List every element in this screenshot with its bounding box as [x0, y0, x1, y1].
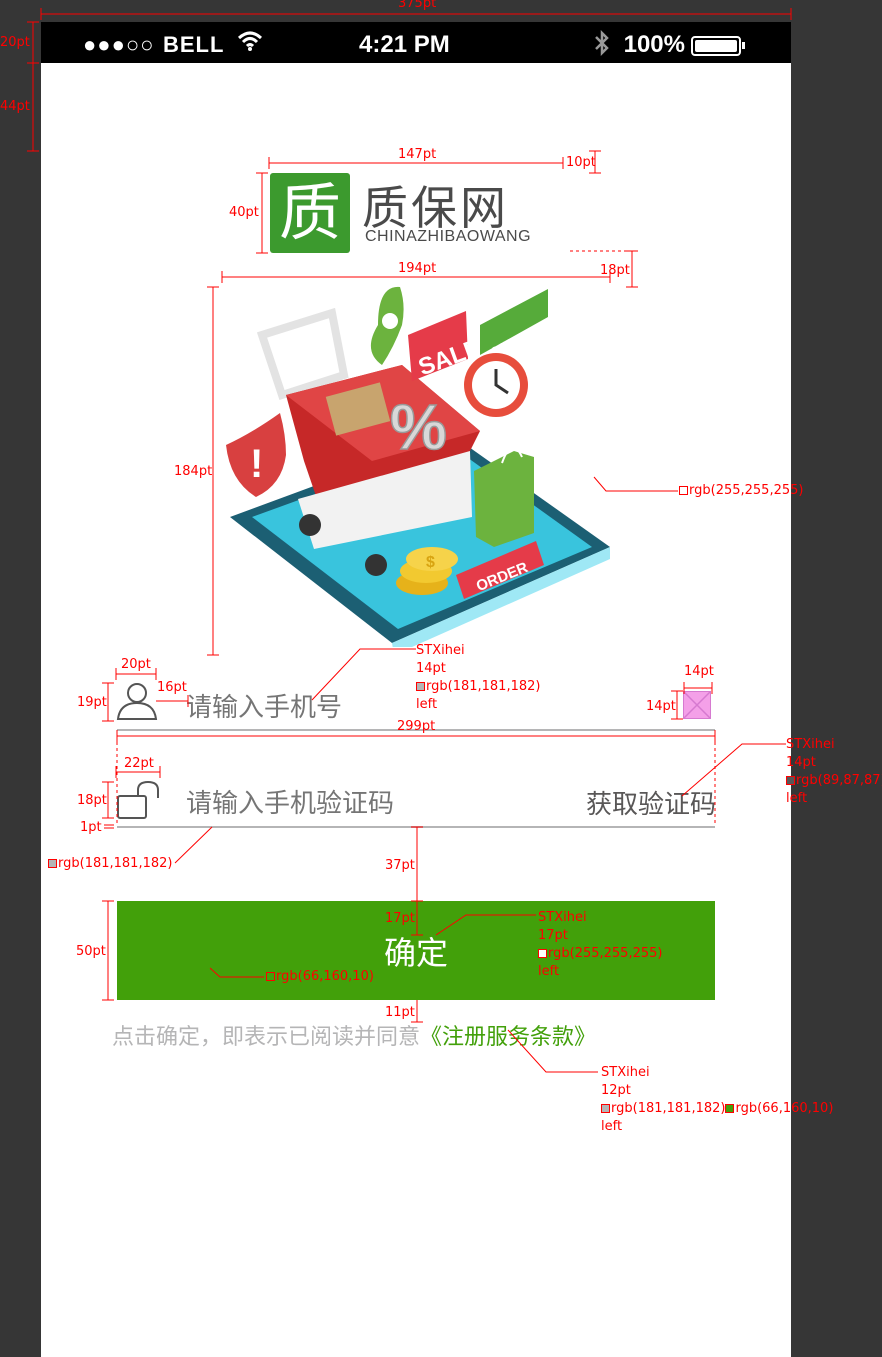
anno-lock-width: 22pt [124, 756, 154, 771]
anno-font-size: 14pt [786, 755, 816, 770]
anno-clear-height: 14pt [646, 699, 676, 714]
anno-link-color-value: rgb(66,160,10) [735, 1101, 834, 1116]
anno-font-color: rgb(181,181,182) [416, 678, 540, 696]
anno-font-align: left [538, 964, 560, 979]
color-swatch [679, 486, 688, 495]
anno-illustration-gap: 18pt [600, 263, 630, 278]
anno-illustration-width: 194pt [398, 261, 437, 276]
anno-logo-offset: 10pt [566, 155, 596, 170]
anno-button-color: rgb(66,160,10) [266, 968, 374, 986]
anno-font-colors: rgb(181,181,182) rgb(66,160,10) [601, 1100, 833, 1118]
anno-logo-height: 40pt [229, 205, 259, 220]
anno-clear-width: 14pt [684, 664, 714, 679]
anno-font-color-value: rgb(89,87,87) [796, 773, 882, 788]
anno-line-height: 1pt [80, 820, 102, 835]
color-swatch [786, 776, 795, 785]
anno-font-name: STXihei [786, 737, 835, 752]
anno-line-color: rgb(181,181,182) [48, 855, 172, 873]
anno-font-size: 14pt [416, 661, 446, 676]
anno-icon-gap: 16pt [157, 680, 187, 695]
anno-agreement-gap: 11pt [385, 1005, 415, 1020]
color-swatch [48, 859, 57, 868]
anno-statusbar-height: 20pt [0, 35, 30, 50]
anno-font-align: left [601, 1119, 623, 1134]
anno-background-color: rgb(255,255,255) [679, 482, 803, 500]
anno-font-name: STXihei [601, 1065, 650, 1080]
anno-font-color-value: rgb(255,255,255) [548, 946, 663, 961]
anno-font-size: 12pt [601, 1083, 631, 1098]
anno-font-color-value: rgb(181,181,182) [426, 679, 541, 694]
color-swatch [416, 682, 425, 691]
anno-screen-width: 375pt [398, 0, 437, 11]
color-swatch [266, 972, 275, 981]
color-swatch [601, 1104, 610, 1113]
anno-font-name: STXihei [416, 643, 465, 658]
color-swatch [538, 949, 547, 958]
color-swatch [725, 1104, 735, 1113]
anno-logo-width: 147pt [398, 147, 437, 162]
anno-label-offset: 17pt [385, 911, 415, 926]
anno-button-height: 50pt [76, 944, 106, 959]
anno-navbar-height: 44pt [0, 99, 30, 114]
anno-icon-height: 19pt [77, 695, 107, 710]
anno-font-name: STXihei [538, 910, 587, 925]
anno-button-gap: 37pt [385, 858, 415, 873]
anno-button-font: STXihei 17pt rgb(255,255,255) left [538, 909, 662, 981]
anno-icon-width: 20pt [121, 657, 151, 672]
anno-line-color-value: rgb(181,181,182) [58, 856, 173, 871]
anno-font-align: left [416, 697, 438, 712]
anno-agreement-font: STXihei 12pt rgb(181,181,182) rgb(66,160,… [601, 1064, 833, 1136]
anno-background-color-value: rgb(255,255,255) [689, 483, 804, 498]
anno-lock-height: 18pt [77, 793, 107, 808]
anno-font-color-value: rgb(181,181,182) [611, 1101, 726, 1116]
anno-phone-font: STXihei 14pt rgb(181,181,182) left [416, 642, 540, 714]
anno-button-color-value: rgb(66,160,10) [276, 969, 374, 984]
anno-illustration-height: 184pt [174, 464, 213, 479]
anno-font-color: rgb(255,255,255) [538, 945, 662, 963]
anno-field-width: 299pt [397, 719, 436, 734]
anno-getcode-font: STXihei 14pt rgb(89,87,87) left [786, 736, 882, 808]
anno-font-size: 17pt [538, 928, 568, 943]
spec-canvas: ●●●○○ BELL 4:21 PM 100% 质 质保网 CHINAZHIBA… [0, 0, 882, 1357]
anno-font-align: left [786, 791, 808, 806]
anno-font-color: rgb(89,87,87) [786, 772, 882, 790]
